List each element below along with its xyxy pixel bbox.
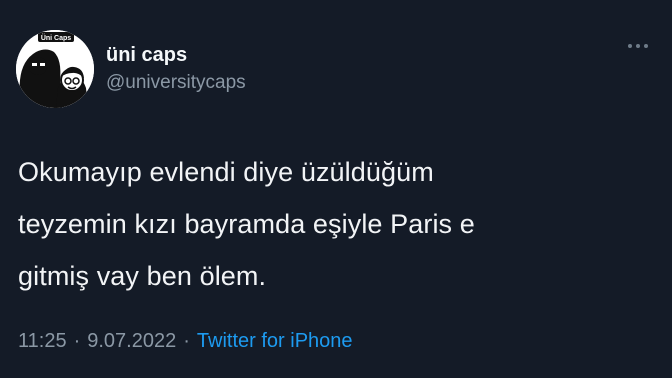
tweet-meta: 11:25 · 9.07.2022 · Twitter for iPhone bbox=[18, 330, 353, 353]
more-dot bbox=[636, 44, 640, 48]
user-info: üni caps @universitycaps bbox=[106, 42, 246, 96]
tweet-card: Üni Caps üni caps @universitycaps Okumay… bbox=[0, 0, 672, 378]
tweet-text-line: teyzemin kızı bayramda eşiyle Paris e bbox=[18, 209, 475, 239]
tweet-text: Okumayıp evlendi diye üzüldüğüm teyzemin… bbox=[18, 146, 658, 302]
more-dot bbox=[644, 44, 648, 48]
tweet-time[interactable]: 11:25 bbox=[18, 330, 67, 352]
avatar[interactable]: Üni Caps bbox=[16, 30, 94, 108]
tweet-header: Üni Caps üni caps @universitycaps bbox=[16, 30, 246, 108]
avatar-logo-text: Üni Caps bbox=[41, 33, 71, 42]
tweet-text-line: gitmiş vay ben ölem. bbox=[18, 261, 267, 291]
separator: · bbox=[183, 330, 190, 352]
tweet-date[interactable]: 9.07.2022 bbox=[87, 330, 176, 352]
tweet-source-link[interactable]: Twitter for iPhone bbox=[197, 330, 353, 352]
display-name[interactable]: üni caps bbox=[106, 42, 246, 68]
tweet-text-line: Okumayıp evlendi diye üzüldüğüm bbox=[18, 157, 434, 187]
separator: · bbox=[73, 330, 81, 352]
avatar-image: Üni Caps bbox=[16, 30, 94, 108]
more-options-icon[interactable] bbox=[628, 44, 648, 48]
more-dot bbox=[628, 44, 632, 48]
user-handle[interactable]: @universitycaps bbox=[106, 70, 246, 96]
